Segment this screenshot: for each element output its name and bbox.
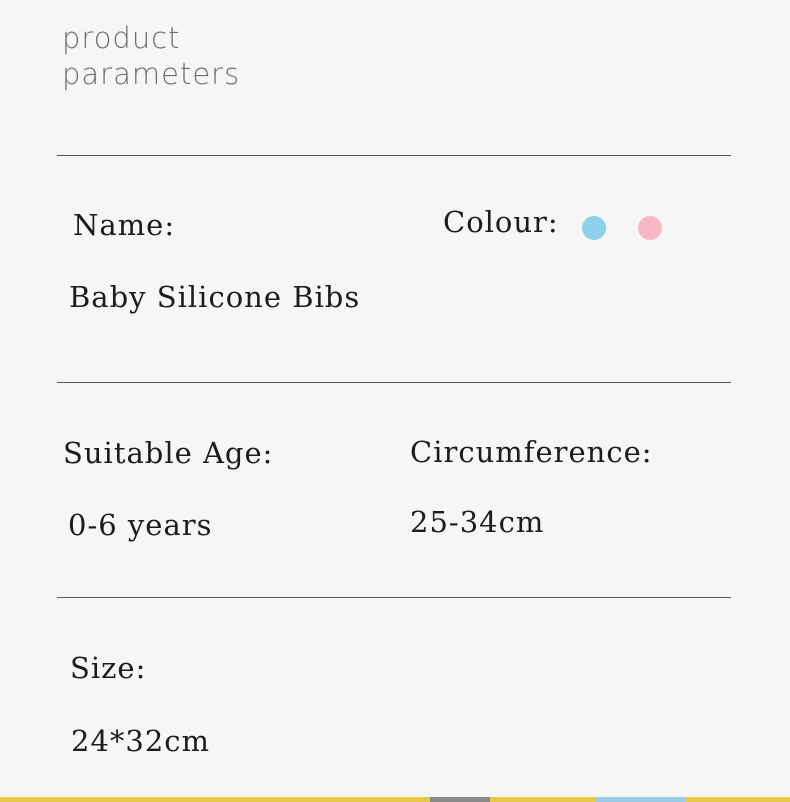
suitable-age-label: Suitable Age: bbox=[63, 436, 274, 470]
bottom-image-strip-accent bbox=[595, 797, 685, 802]
colour-swatch-blue bbox=[582, 216, 606, 240]
name-value: Baby Silicone Bibs bbox=[69, 280, 361, 314]
size-value: 24*32cm bbox=[71, 724, 211, 758]
divider-top bbox=[57, 155, 731, 156]
name-label: Name: bbox=[73, 208, 176, 242]
suitable-age-value: 0-6 years bbox=[68, 508, 213, 542]
size-label: Size: bbox=[70, 651, 147, 685]
circumference-value: 25-34cm bbox=[410, 505, 545, 539]
divider-bottom bbox=[57, 597, 731, 598]
section-heading-line-2: parameters bbox=[62, 57, 241, 91]
circumference-label: Circumference: bbox=[410, 435, 653, 469]
divider-middle bbox=[57, 382, 731, 383]
colour-swatch-pink bbox=[638, 216, 662, 240]
bottom-image-strip-accent bbox=[430, 797, 490, 802]
section-heading-line-1: product bbox=[62, 21, 181, 55]
section-heading: product parameters bbox=[62, 20, 240, 92]
colour-label: Colour: bbox=[443, 205, 559, 239]
